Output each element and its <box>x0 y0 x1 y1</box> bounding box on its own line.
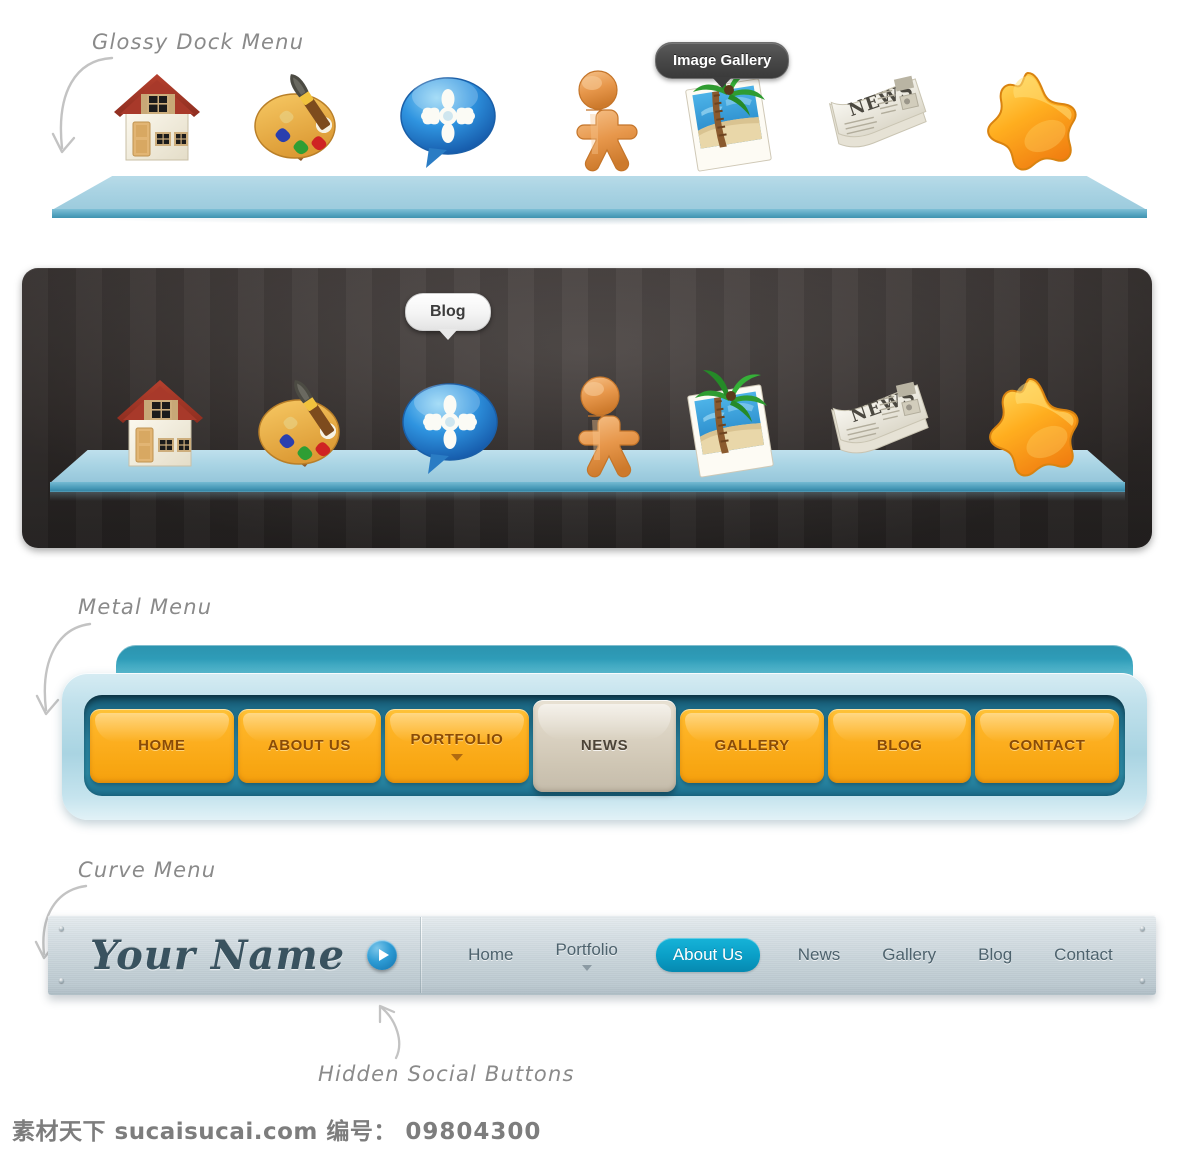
palette-icon <box>245 64 355 174</box>
person-icon <box>545 370 655 480</box>
palette-icon <box>249 370 359 480</box>
curve-nav-news[interactable]: News <box>794 938 845 972</box>
metal-btn-label: HOME <box>138 737 186 754</box>
tooltip-tail <box>712 77 733 88</box>
curve-menu-section: Your Name Home Portfolio About Us News G… <box>48 915 1156 995</box>
house-icon <box>105 370 215 480</box>
curve-nav-contact[interactable]: Contact <box>1050 938 1117 972</box>
metal-menu-section: HOME ABOUT US PORTFOLIO NEWS GALLERY BLO… <box>62 645 1147 820</box>
metal-btn-blog[interactable]: BLOG <box>827 708 972 783</box>
curve-nav-label: News <box>797 945 841 964</box>
metal-btn-label: NEWS <box>580 737 629 754</box>
metal-btn-label: CONTACT <box>1009 737 1086 754</box>
metal-btn-label: BLOG <box>876 737 923 754</box>
rivet-bottom-left <box>59 978 64 983</box>
annotation-arrow-hidden-social <box>378 1004 401 1060</box>
dock-dark-item-portfolio[interactable] <box>244 360 364 480</box>
photo-icon <box>675 370 785 480</box>
dock-light-items <box>0 0 1200 200</box>
dock-dark-item-star[interactable] <box>970 360 1090 480</box>
dock-item-about[interactable] <box>538 54 658 174</box>
curve-nav-home[interactable]: Home <box>464 938 517 972</box>
rivet-top-right <box>1140 926 1145 931</box>
dock-item-star[interactable] <box>968 54 1088 174</box>
metal-btn-about-us[interactable]: ABOUT US <box>237 708 382 783</box>
tooltip-label: Image Gallery <box>673 52 772 69</box>
chevron-down-icon <box>581 964 592 971</box>
dock-dark-item-gallery[interactable] <box>670 360 790 480</box>
curve-nav-label: Blog <box>978 945 1013 964</box>
curve-nav-label: Gallery <box>882 945 937 964</box>
dock-dark-item-blog[interactable] <box>390 360 510 480</box>
metal-btn-home[interactable]: HOME <box>90 708 234 783</box>
dark-dock-section <box>22 268 1152 548</box>
metal-btn-label: GALLERY <box>714 737 790 754</box>
dock-dark-item-about[interactable] <box>540 360 660 480</box>
curve-nav-portfolio[interactable]: Portfolio <box>551 933 621 978</box>
metal-menu-frame: HOME ABOUT US PORTFOLIO NEWS GALLERY BLO… <box>62 673 1147 820</box>
dock-dark-item-home[interactable] <box>100 360 220 480</box>
chevron-down-icon <box>450 753 463 761</box>
metal-menu-channel: HOME ABOUT US PORTFOLIO NEWS GALLERY BLO… <box>84 695 1125 796</box>
star-icon <box>975 370 1085 480</box>
metal-btn-news[interactable]: NEWS <box>532 699 677 792</box>
newspaper-icon <box>827 370 937 480</box>
dock-dark-item-news[interactable] <box>822 360 942 480</box>
dock-dark-items <box>22 268 1152 548</box>
glossy-dock-section: Glossy Dock Menu Image Gallery <box>0 0 1200 250</box>
speech-bubble-icon <box>393 64 503 174</box>
metal-btn-label: ABOUT US <box>267 737 351 754</box>
tooltip-label: Blog <box>430 303 466 320</box>
person-icon <box>543 64 653 174</box>
dock-item-blog[interactable] <box>388 54 508 174</box>
dock-item-home[interactable] <box>97 54 217 174</box>
tooltip-blog: Blog <box>405 293 491 340</box>
curve-nav-label: Home <box>468 945 514 964</box>
metal-btn-portfolio[interactable]: PORTFOLIO <box>385 708 529 783</box>
tooltip-image-gallery: Image Gallery <box>655 42 790 88</box>
rivet-top-left <box>59 926 64 931</box>
house-icon <box>102 64 212 174</box>
annotation-hidden-social: Hidden Social Buttons <box>318 1062 575 1086</box>
watermark-id-value: 09804300 <box>405 1119 542 1145</box>
watermark: 素材天下 sucaisucai.com 编号： 09804300 <box>12 1112 541 1146</box>
metal-btn-contact[interactable]: CONTACT <box>975 708 1120 783</box>
annotation-curve-menu: Curve Menu <box>78 858 217 882</box>
rivet-bottom-right <box>1140 978 1145 983</box>
curve-nav-blog[interactable]: Blog <box>974 938 1016 972</box>
newspaper-icon <box>825 64 935 174</box>
curve-nav-label: Portfolio <box>555 939 618 959</box>
curve-nav-about-us[interactable]: About Us <box>655 938 760 972</box>
play-arrow-icon <box>378 949 389 961</box>
curve-menu-nav: Home Portfolio About Us News Gallery Blo… <box>464 933 1117 978</box>
curve-nav-gallery[interactable]: Gallery <box>878 938 940 972</box>
star-icon <box>973 64 1083 174</box>
hidden-social-toggle-button[interactable] <box>367 940 398 970</box>
dock-item-news[interactable] <box>820 54 940 174</box>
dock-item-portfolio[interactable] <box>240 54 360 174</box>
curve-nav-label: Contact <box>1054 945 1113 964</box>
curve-menu-divider <box>421 917 423 993</box>
watermark-site-cn: 素材天下 <box>12 1119 106 1145</box>
watermark-site: sucaisucai.com <box>114 1119 318 1145</box>
tooltip-tail <box>437 329 458 340</box>
speech-bubble-icon <box>395 370 505 480</box>
watermark-id-label: 编号： <box>326 1119 397 1145</box>
metal-btn-label: PORTFOLIO <box>410 730 504 748</box>
metal-btn-gallery[interactable]: GALLERY <box>680 708 824 783</box>
annotation-metal-menu: Metal Menu <box>78 595 213 619</box>
site-logo[interactable]: Your Name <box>90 932 345 979</box>
curve-nav-label: About Us <box>672 945 743 964</box>
